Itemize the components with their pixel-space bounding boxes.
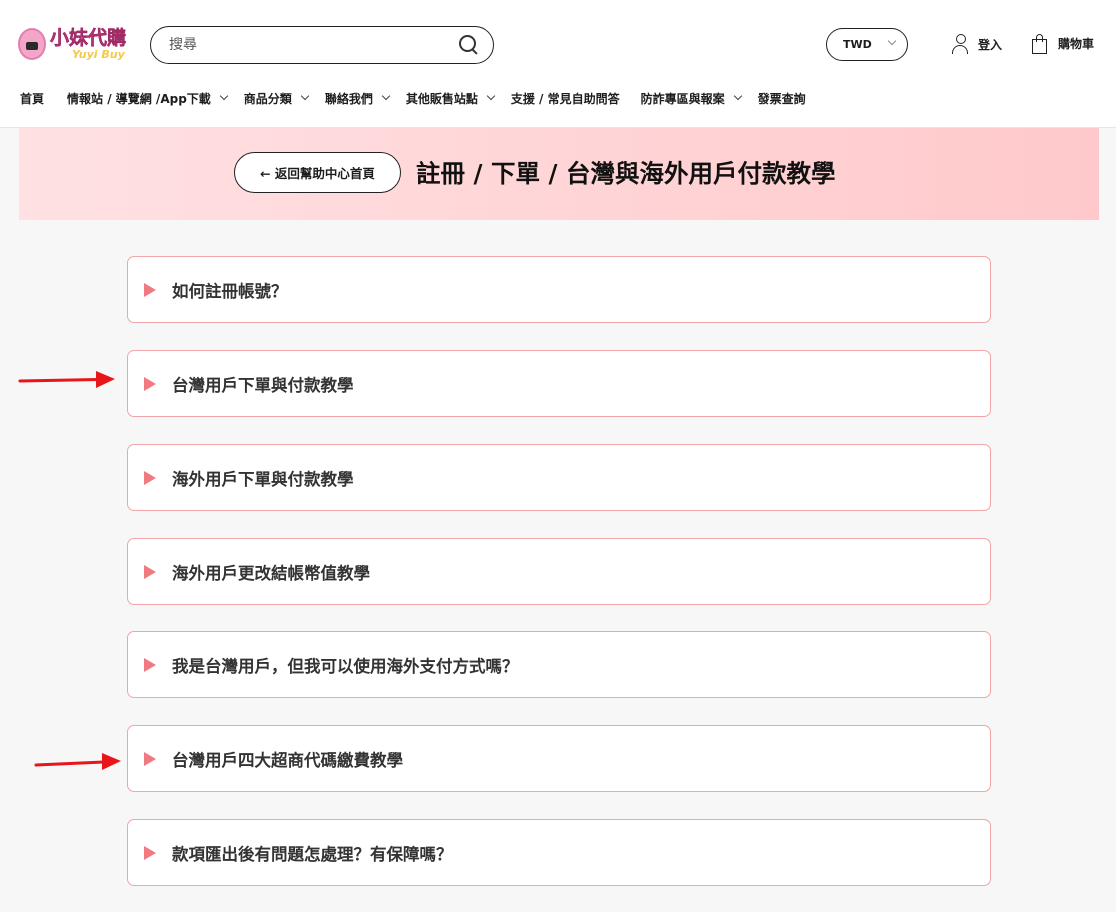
nav-item-label: 其他販售站點 — [405, 91, 478, 106]
logo-sub-text: Yuyi Buy — [72, 47, 125, 61]
nav-item-contact[interactable]: 聯絡我們 — [324, 90, 391, 107]
faq-item-tw-order-payment[interactable]: 台灣用戶下單與付款教學 — [127, 350, 991, 417]
faq-item-tw-overseas-payment[interactable]: 我是台灣用戶，但我可以使用海外支付方式嗎？ — [127, 631, 991, 698]
cart-link[interactable]: 購物車 — [1032, 34, 1095, 54]
nav-item-invoice[interactable]: 發票查詢 — [758, 90, 806, 107]
expand-triangle-icon — [144, 282, 156, 297]
nav-item-anti-fraud[interactable]: 防詐專區與報案 — [640, 90, 742, 107]
login-label: 登入 — [978, 37, 1003, 52]
expand-triangle-icon — [144, 376, 156, 391]
annotation-arrow-icon — [34, 753, 121, 770]
nav-item-label: 支援 / 常見自助問答 — [510, 91, 620, 106]
faq-item-label: 台灣用戶下單與付款教學 — [172, 375, 354, 395]
chevron-down-icon — [486, 91, 496, 101]
nav-item-label: 防詐專區與報案 — [640, 91, 725, 106]
faq-item-label: 如何註冊帳號？ — [172, 281, 288, 301]
chevron-down-icon — [381, 91, 391, 101]
search-bar[interactable] — [150, 26, 494, 64]
nav-item-label: 聯絡我們 — [324, 91, 373, 106]
expand-triangle-icon — [144, 751, 156, 766]
site-header: 小妹代購 Yuyi Buy TWD 登入 購物車 首頁 情報站 / 導覽網 /A… — [0, 0, 1116, 128]
search-input[interactable] — [169, 37, 457, 53]
page-title: 註冊 / 下單 / 台灣與海外用戶付款教學 — [416, 159, 836, 188]
currency-selector[interactable]: TWD — [826, 28, 908, 61]
nav-item-label: 情報站 / 導覽網 /App下載 — [67, 91, 211, 106]
faq-item-register[interactable]: 如何註冊帳號？ — [127, 256, 991, 323]
faq-item-overseas-order-payment[interactable]: 海外用戶下單與付款教學 — [127, 444, 991, 511]
back-to-help-center-button[interactable]: ← 返回幫助中心首頁 — [234, 152, 401, 193]
nav-item-categories[interactable]: 商品分類 — [243, 90, 310, 107]
page-banner: ← 返回幫助中心首頁 註冊 / 下單 / 台灣與海外用戶付款教學 — [19, 128, 1099, 220]
chevron-down-icon — [887, 36, 897, 46]
faq-item-label: 款項匯出後有問題怎處理？有保障嗎？ — [172, 844, 453, 864]
faq-item-overseas-currency[interactable]: 海外用戶更改結帳幣值教學 — [127, 538, 991, 605]
logo-text: 小妹代購 Yuyi Buy — [50, 26, 127, 61]
faq-item-label: 我是台灣用戶，但我可以使用海外支付方式嗎？ — [172, 656, 519, 676]
search-icon[interactable] — [457, 34, 479, 56]
shopping-bag-icon — [1032, 34, 1048, 54]
nav-item-info[interactable]: 情報站 / 導覽網 /App下載 — [67, 90, 229, 107]
mascot-icon — [18, 28, 46, 60]
expand-triangle-icon — [144, 657, 156, 672]
faq-item-label: 海外用戶更改結帳幣值教學 — [172, 563, 370, 583]
faq-item-label: 台灣用戶四大超商代碼繳費教學 — [172, 750, 403, 770]
main-nav: 首頁 情報站 / 導覽網 /App下載 商品分類 聯絡我們 其他販售站點 支援 … — [20, 88, 806, 108]
chevron-down-icon — [733, 91, 742, 101]
nav-item-support[interactable]: 支援 / 常見自助問答 — [511, 90, 620, 107]
nav-item-home[interactable]: 首頁 — [20, 90, 44, 107]
nav-item-label: 商品分類 — [243, 91, 292, 106]
nav-item-label: 發票查詢 — [757, 91, 806, 106]
cart-label: 購物車 — [1058, 37, 1095, 51]
login-link[interactable]: 登入 — [952, 34, 1002, 54]
brand-logo[interactable]: 小妹代購 Yuyi Buy — [18, 26, 128, 62]
expand-triangle-icon — [144, 564, 156, 579]
nav-item-other-stores[interactable]: 其他販售站點 — [405, 90, 496, 107]
faq-item-label: 海外用戶下單與付款教學 — [172, 469, 354, 489]
user-icon — [952, 34, 970, 54]
annotation-arrow-icon — [18, 371, 115, 388]
nav-item-label: 首頁 — [20, 91, 45, 106]
currency-value: TWD — [843, 38, 872, 51]
expand-triangle-icon — [144, 845, 156, 860]
faq-item-remittance-issue[interactable]: 款項匯出後有問題怎處理？有保障嗎？ — [127, 819, 991, 886]
chevron-down-icon — [300, 91, 310, 101]
expand-triangle-icon — [144, 470, 156, 485]
logo-main-text: 小妹代購 — [50, 26, 127, 49]
chevron-down-icon — [219, 91, 229, 101]
faq-item-convenience-store-payment[interactable]: 台灣用戶四大超商代碼繳費教學 — [127, 725, 991, 792]
